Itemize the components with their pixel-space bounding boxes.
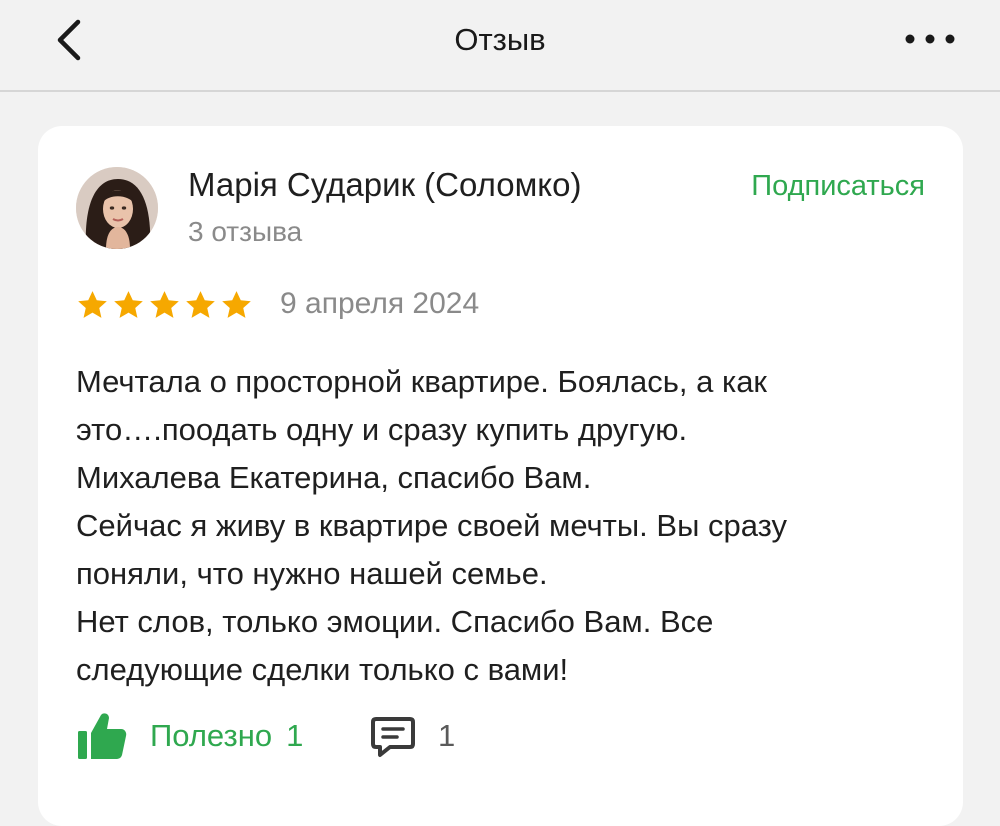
review-actions: Полезно 1 1 xyxy=(76,708,676,764)
more-options-button[interactable] xyxy=(900,24,960,54)
comments-button[interactable]: 1 xyxy=(370,708,455,764)
useful-label: Полезно xyxy=(150,718,273,753)
star-icon xyxy=(150,291,179,318)
useful-button[interactable]: Полезно 1 xyxy=(76,708,303,764)
useful-count: 1 xyxy=(286,718,304,753)
page-title: Отзыв xyxy=(454,22,546,57)
more-horizontal-icon xyxy=(905,34,955,44)
review-text-line: Нет слов, только эмоции. Спасибо Вам. Вс… xyxy=(76,604,714,639)
author-name[interactable]: Марія Сударик (Соломко) xyxy=(188,166,581,204)
review-text-line: поняли, что нужно нашей семье. xyxy=(76,556,548,591)
star-icon xyxy=(222,291,251,318)
subscribe-button[interactable]: Подписаться xyxy=(751,170,925,203)
review-text: Мечтала о просторной квартире. Боялась, … xyxy=(76,358,936,694)
review-text-line: Сейчас я живу в квартире своей мечты. Вы… xyxy=(76,508,787,543)
avatar-photo xyxy=(76,167,158,249)
comments-count: 1 xyxy=(438,718,456,753)
star-icon xyxy=(186,291,215,318)
review-text-line: Мечтала о просторной квартире. Боялась, … xyxy=(76,364,767,399)
thumbs-up-icon xyxy=(78,713,127,759)
star-icon xyxy=(78,291,107,318)
top-bar: Отзыв xyxy=(0,0,1000,92)
review-date: 9 апреля 2024 xyxy=(280,287,480,320)
review-text-line: Михалева Екатерина, спасибо Вам. xyxy=(76,460,592,495)
review-text-line: следующие сделки только с вами! xyxy=(76,652,569,687)
star-icon xyxy=(114,291,143,318)
review-card: Марія Сударик (Соломко) 3 отзыва Подписа… xyxy=(38,126,963,826)
author-reviews-count: 3 отзыва xyxy=(188,216,303,247)
rating-stars xyxy=(76,289,253,323)
comment-icon xyxy=(371,717,415,757)
review-text-line: это….поодать одну и сразу купить другую. xyxy=(76,412,688,447)
avatar[interactable] xyxy=(76,167,158,249)
